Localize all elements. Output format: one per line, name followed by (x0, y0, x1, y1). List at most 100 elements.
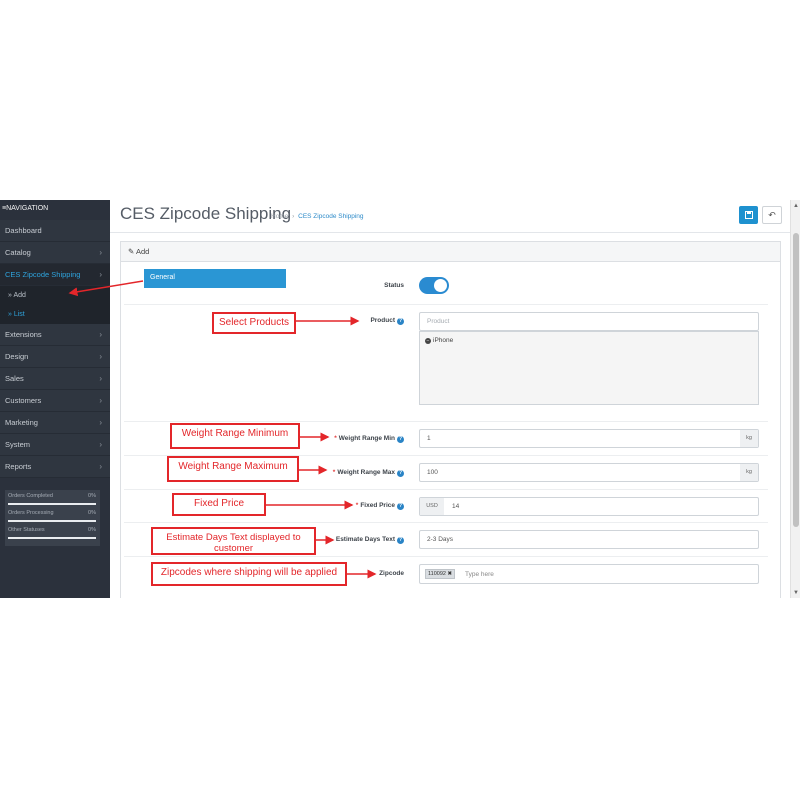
stat-label: Other Statuses (8, 527, 45, 533)
fixed-price-input[interactable]: USD 14 (419, 497, 759, 516)
product-input[interactable]: Product (419, 312, 759, 331)
save-button[interactable] (739, 206, 758, 224)
progress-bar (8, 537, 96, 539)
help-icon[interactable]: ? (397, 436, 404, 443)
sidebar-item-label: System (5, 440, 31, 449)
label-text: Weight Range Max (337, 469, 395, 476)
divider (124, 304, 768, 305)
help-icon[interactable]: ? (397, 537, 404, 544)
sidebar-item-system[interactable]: System › (0, 434, 110, 456)
chevron-right-icon: › (99, 396, 102, 405)
label-text: Status (384, 282, 404, 289)
estimate-days-value: 2-3 Days (427, 536, 454, 543)
back-button[interactable]: ↶ (762, 206, 782, 224)
breadcrumb: Home › CES Zipcode Shipping (271, 213, 364, 220)
sidebar-subitem-list[interactable]: » List (0, 305, 110, 324)
sidebar-item-label: Customers (5, 396, 42, 405)
weight-unit: kg (740, 464, 758, 481)
chevron-right-icon: › (99, 248, 102, 257)
sidebar-item-catalog[interactable]: Catalog › (0, 242, 110, 264)
reply-icon: ↶ (768, 210, 776, 220)
fixed-price-value: 14 (452, 503, 460, 510)
help-icon[interactable]: ? (397, 470, 404, 477)
weight-max-label: * Weight Range Max? (310, 469, 404, 477)
sidebar-item-label: Dashboard (5, 226, 42, 235)
sidebar-item-extensions[interactable]: Extensions › (0, 324, 110, 346)
page-title: CES Zipcode Shipping (120, 204, 292, 223)
sidebar-item-sales[interactable]: Sales › (0, 368, 110, 390)
sidebar-item-customers[interactable]: Customers › (0, 390, 110, 412)
divider (124, 522, 768, 523)
stat-value: 0% (88, 493, 96, 499)
annotation-estimate-days: Estimate Days Text displayed to customer (151, 527, 316, 555)
panel-heading: ✎ Add (121, 242, 780, 262)
scrollbar-thumb[interactable] (793, 233, 799, 527)
annotation-weight-max: Weight Range Maximum (167, 456, 299, 482)
zipcode-tag[interactable]: 110092 ✖ (425, 569, 456, 579)
divider (124, 489, 768, 490)
stat-label: Orders Processing (8, 510, 54, 516)
breadcrumb-separator: › (292, 213, 295, 220)
breadcrumb-home[interactable]: Home (271, 213, 288, 220)
product-placeholder: Product (427, 318, 450, 325)
sidebar-item-reports[interactable]: Reports › (0, 456, 110, 478)
save-icon (744, 211, 753, 219)
sidebar-item-label: Sales (5, 374, 24, 383)
status-toggle[interactable] (419, 277, 449, 294)
sidebar-item-design[interactable]: Design › (0, 346, 110, 368)
sidebar-item-label: CES Zipcode Shipping (5, 270, 81, 279)
status-label: Status (340, 282, 404, 289)
tab-general[interactable]: General (144, 269, 286, 288)
help-icon[interactable]: ? (397, 318, 404, 325)
required-mark: * (334, 435, 337, 442)
sidebar-item-label: Reports (5, 462, 32, 471)
annotation-select-products: Select Products (212, 312, 296, 334)
product-item: iPhone (433, 337, 454, 344)
stat-orders-processing: Orders Processing 0% (8, 509, 96, 526)
sidebar-item-label: Catalog (5, 248, 31, 257)
label-text: Product (370, 317, 395, 324)
sidebar-item-marketing[interactable]: Marketing › (0, 412, 110, 434)
annotation-weight-min: Weight Range Minimum (170, 423, 300, 449)
divider (124, 421, 768, 422)
annotation-fixed-price: Fixed Price (172, 493, 266, 516)
estimate-days-input[interactable]: 2-3 Days (419, 530, 759, 549)
divider (124, 556, 768, 557)
scroll-up-icon[interactable]: ▲ (793, 203, 799, 209)
weight-min-label: * Weight Range Min? (310, 435, 404, 443)
help-icon[interactable]: ? (397, 503, 404, 510)
chevron-right-icon: › (99, 440, 102, 449)
chevron-right-icon: › (99, 462, 102, 471)
zipcode-input[interactable]: 110092 ✖ Type here (419, 564, 759, 584)
sidebar-item-ces-zipcode-shipping[interactable]: CES Zipcode Shipping › (0, 264, 110, 286)
scrollbar[interactable]: ▲ ▼ (790, 200, 800, 598)
annotation-zipcodes: Zipcodes where shipping will be applied (151, 562, 347, 586)
sidebar-item-dashboard[interactable]: Dashboard (0, 220, 110, 242)
weight-max-value: 100 (427, 469, 438, 476)
stat-value: 0% (88, 510, 96, 516)
required-mark: * (355, 502, 359, 509)
label-text: Weight Range Min (338, 435, 395, 442)
breadcrumb-current[interactable]: CES Zipcode Shipping (298, 213, 363, 220)
divider (110, 232, 790, 233)
chevron-right-icon: › (99, 374, 102, 383)
currency-addon: USD (420, 498, 444, 515)
required-mark: * (332, 469, 336, 476)
order-stats: Orders Completed 0% Orders Processing 0% O… (5, 490, 100, 546)
fixed-price-label: * Fixed Price? (310, 502, 404, 510)
weight-min-input[interactable]: 1 kg (419, 429, 759, 448)
progress-bar (8, 520, 96, 522)
zipcode-placeholder: Type here (465, 571, 494, 578)
remove-icon[interactable]: − (425, 338, 431, 344)
chevron-right-icon: › (99, 270, 102, 279)
stat-label: Orders Completed (8, 493, 53, 499)
nav-heading: ≡NAVIGATION (0, 200, 110, 220)
product-label: Product? (310, 317, 404, 325)
stat-value: 0% (88, 527, 96, 533)
chevron-right-icon: › (99, 330, 102, 339)
weight-max-input[interactable]: 100 kg (419, 463, 759, 482)
sidebar-subitem-add[interactable]: » Add (0, 286, 110, 305)
scroll-down-icon[interactable]: ▼ (793, 590, 799, 596)
label-text: Fixed Price (360, 502, 395, 509)
sidebar-item-label: Extensions (5, 330, 42, 339)
